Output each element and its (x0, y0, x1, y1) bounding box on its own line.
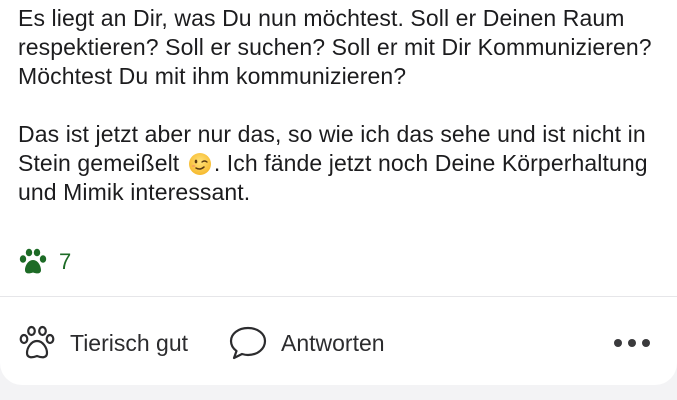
speech-bubble-icon (229, 326, 267, 360)
like-button[interactable]: Tierisch gut (17, 318, 188, 368)
comment-card: Es liegt an Dir, was Du nun möchtest. So… (0, 0, 677, 385)
paw-outline-icon (19, 325, 55, 359)
reply-button[interactable]: Antworten (228, 318, 385, 368)
reply-label: Antworten (281, 329, 385, 356)
comment-paragraph-2: Das ist jetzt aber nur das, so wie ich d… (18, 120, 668, 207)
winking-face-emoji (188, 152, 212, 176)
divider (0, 296, 677, 297)
like-label: Tierisch gut (70, 329, 189, 356)
comment-actions: Tierisch gut Antworten (0, 318, 677, 368)
more-options-button[interactable] (612, 318, 652, 368)
more-dots-icon (614, 339, 650, 347)
comment-body: Es liegt an Dir, was Du nun möchtest. So… (18, 4, 668, 207)
reaction-count: 7 (59, 249, 72, 274)
reaction-summary[interactable]: 7 (17, 246, 71, 278)
comment-paragraph-1: Es liegt an Dir, was Du nun möchtest. So… (18, 5, 652, 89)
paw-icon (19, 248, 47, 274)
